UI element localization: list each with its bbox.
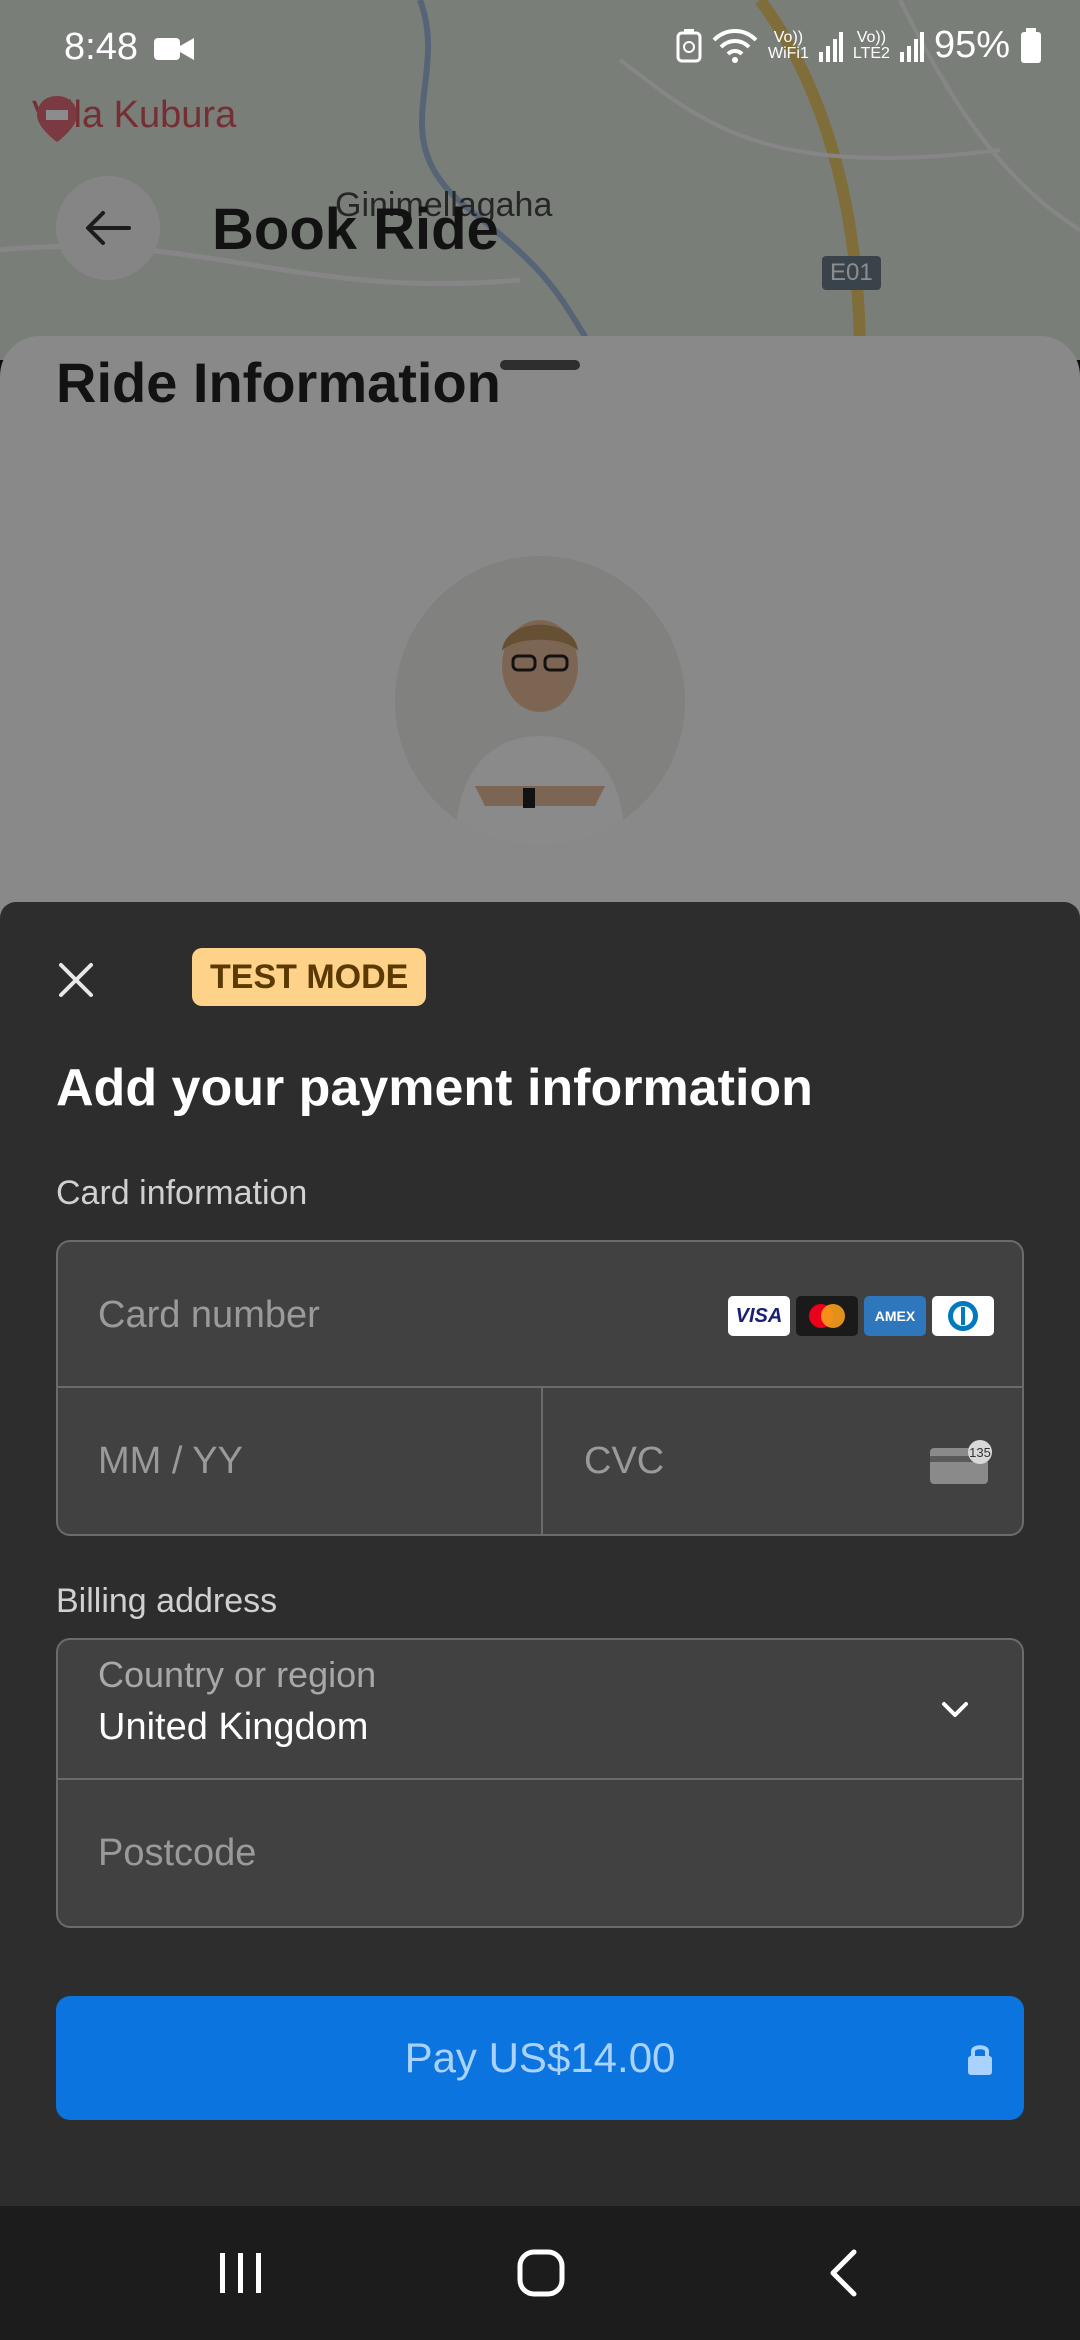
- wifi-calling-label: Vo)) WiFi1: [767, 28, 809, 62]
- back-nav-button[interactable]: [808, 2242, 878, 2304]
- status-bar: 8:48 Vo)) WiFi1 Vo)) LTE2 95%: [0, 0, 1080, 92]
- cvc-input[interactable]: [584, 1432, 884, 1490]
- wifi-icon: [712, 28, 758, 63]
- chevron-down-icon: [942, 1702, 968, 1717]
- country-value: United Kingdom: [98, 1706, 369, 1748]
- lte-label: Vo)) LTE2: [852, 28, 890, 62]
- field-divider: [541, 1388, 543, 1534]
- diners-icon: [932, 1296, 994, 1336]
- postcode-input[interactable]: [98, 1824, 978, 1882]
- battery-percent: 95%: [933, 24, 1010, 66]
- lock-icon: [968, 2045, 992, 2075]
- chevron-left-icon: [830, 2249, 857, 2297]
- svg-text:135: 135: [969, 1445, 991, 1460]
- postcode-row: [58, 1780, 1022, 1926]
- status-time: 8:48: [64, 26, 138, 68]
- country-label: Country or region: [98, 1654, 377, 1695]
- pay-button[interactable]: Pay US$14.00: [56, 1996, 1024, 2120]
- cvc-card-icon: 135: [930, 1440, 992, 1484]
- recent-apps-button[interactable]: [206, 2242, 276, 2304]
- billing-section-label: Billing address: [56, 1582, 278, 1620]
- card-number-input[interactable]: [98, 1286, 698, 1344]
- status-icons: Vo)) WiFi1 Vo)) LTE2 95%: [676, 24, 1042, 67]
- country-select[interactable]: Country or region United Kingdom: [58, 1640, 1022, 1780]
- system-nav-bar: [0, 2206, 1080, 2340]
- payment-title: Add your payment information: [56, 1059, 813, 1117]
- pay-button-label: Pay US$14.00: [404, 2034, 676, 2081]
- battery-saver-icon: [676, 28, 702, 62]
- close-button[interactable]: [50, 954, 102, 1006]
- card-brands: VISA AMEX: [728, 1296, 994, 1336]
- expiry-input[interactable]: [98, 1432, 498, 1490]
- billing-address-group: Country or region United Kingdom: [56, 1638, 1024, 1928]
- card-number-row: VISA AMEX: [58, 1242, 1022, 1388]
- amex-icon: AMEX: [864, 1296, 926, 1336]
- close-icon: [59, 963, 93, 997]
- mastercard-icon: [796, 1296, 858, 1336]
- visa-icon: VISA: [728, 1296, 790, 1336]
- test-mode-badge: TEST MODE: [192, 948, 427, 1006]
- home-button[interactable]: [506, 2242, 576, 2304]
- signal-icon: [818, 31, 843, 62]
- battery-icon: [1021, 27, 1041, 63]
- video-camera-icon: [154, 38, 194, 60]
- card-expiry-cvc-row: 135: [58, 1388, 1022, 1534]
- card-section-label: Card information: [56, 1174, 308, 1212]
- home-icon: [517, 2249, 565, 2297]
- signal-icon: [899, 31, 924, 62]
- payment-sheet: TEST MODE Add your payment information C…: [0, 902, 1080, 2206]
- card-information-group: VISA AMEX: [56, 1240, 1024, 1536]
- recent-apps-icon: [220, 2253, 261, 2293]
